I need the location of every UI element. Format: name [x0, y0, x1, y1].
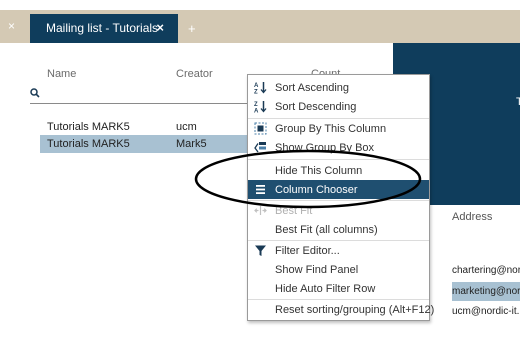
details-header-title: T: [516, 96, 520, 108]
email-cell: chartering@nor: [452, 265, 520, 276]
tab-mailing-list-tutorials[interactable]: Mailing list - Tutorials ×: [30, 14, 178, 43]
menu-item-label: Show Find Panel: [275, 264, 359, 276]
search-icon[interactable]: [30, 88, 40, 98]
tab-strip: × Mailing list - Tutorials × +: [0, 10, 520, 43]
email-row[interactable]: chartering@nor: [452, 261, 520, 280]
cell-creator: ucm: [176, 121, 197, 133]
email-row[interactable]: ucm@nordic-it.: [452, 302, 520, 321]
menu-item-hide-auto-filter-row[interactable]: Hide Auto Filter Row: [248, 279, 429, 298]
menu-item-label: Reset sorting/grouping (Alt+F12): [275, 304, 435, 316]
menu-item-label: Group By This Column: [275, 123, 387, 135]
filter-icon: [255, 245, 266, 256]
menu-item-label: Best Fit (all columns): [275, 224, 378, 236]
cell-name: Tutorials MARK5: [47, 138, 130, 150]
annotation-ellipse: [194, 149, 422, 209]
tab-label: Mailing list - Tutorials: [46, 21, 159, 35]
menu-item-sort-descending[interactable]: Z A Sort Descending: [248, 97, 429, 116]
group-by-icon: [254, 122, 267, 135]
column-header-address[interactable]: Address: [452, 211, 492, 223]
cell-name: Tutorials MARK5: [47, 121, 130, 133]
svg-text:Z: Z: [254, 102, 258, 108]
sort-ascending-icon: A Z: [254, 82, 267, 95]
svg-text:A: A: [254, 83, 259, 89]
add-tab-button[interactable]: +: [188, 21, 196, 36]
email-cell: ucm@nordic-it.: [452, 306, 520, 317]
column-header-creator[interactable]: Creator: [176, 68, 213, 80]
menu-item-label: Sort Descending: [275, 101, 357, 113]
email-row[interactable]: marketing@nor: [452, 282, 520, 301]
svg-text:A: A: [254, 109, 259, 114]
menu-item-label: Hide Auto Filter Row: [275, 283, 376, 295]
menu-item-label: Sort Ascending: [275, 82, 349, 94]
app-window: × Mailing list - Tutorials × + Name Crea…: [0, 0, 520, 354]
close-tab-icon[interactable]: ×: [156, 20, 164, 35]
menu-item-filter-editor[interactable]: Filter Editor...: [248, 241, 429, 260]
menu-item-reset-sorting-grouping[interactable]: Reset sorting/grouping (Alt+F12): [248, 300, 434, 319]
email-cell: marketing@nor: [452, 286, 520, 297]
sort-descending-icon: Z A: [254, 101, 267, 114]
close-tab-icon[interactable]: ×: [8, 19, 15, 33]
menu-item-label: Filter Editor...: [275, 245, 340, 257]
menu-item-show-find-panel[interactable]: Show Find Panel: [248, 260, 429, 279]
menu-item-group-by-column[interactable]: Group By This Column: [248, 119, 429, 138]
menu-item-sort-ascending[interactable]: A Z Sort Ascending: [248, 78, 429, 97]
svg-text:Z: Z: [254, 90, 258, 95]
menu-item-best-fit-all[interactable]: Best Fit (all columns): [248, 220, 429, 239]
column-header-name[interactable]: Name: [47, 68, 76, 80]
